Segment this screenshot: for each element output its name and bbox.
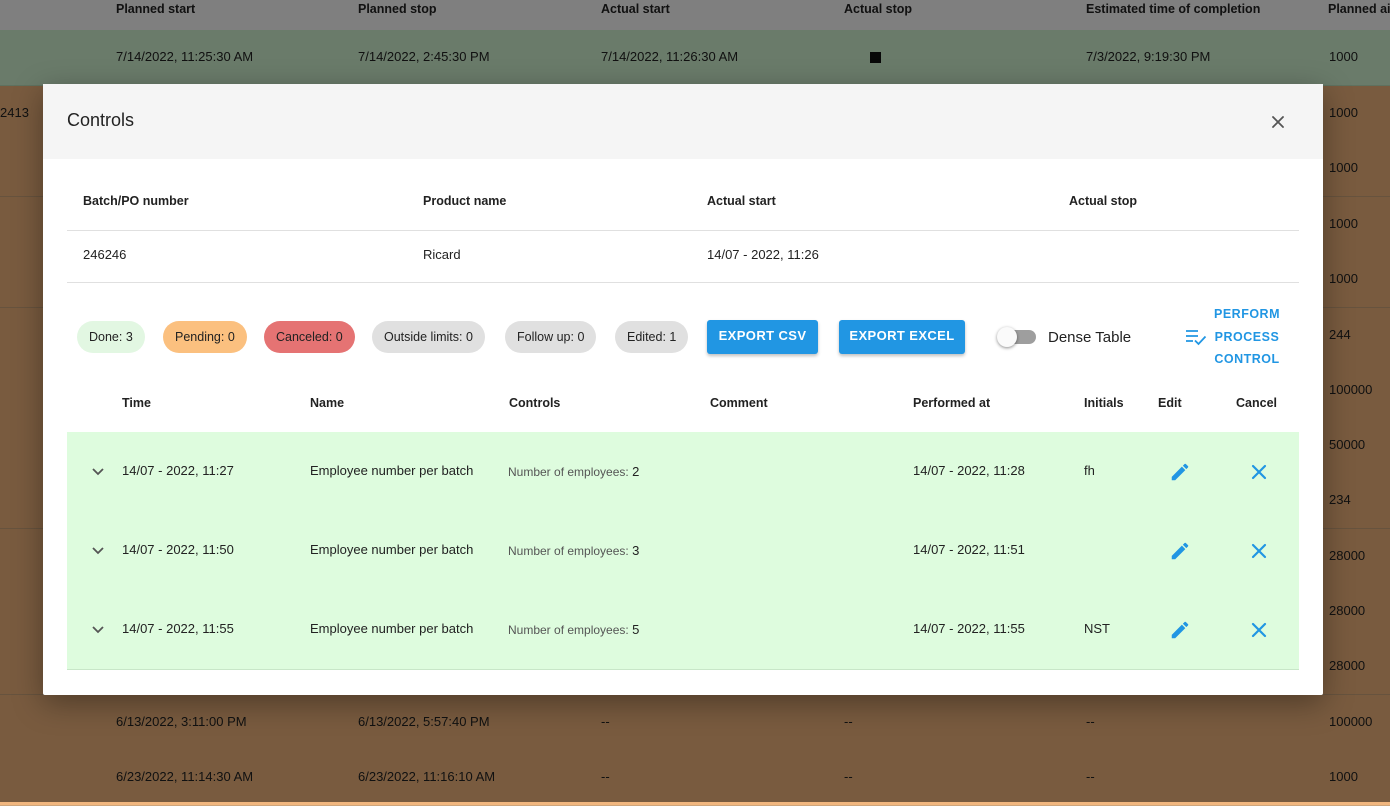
dense-table-label: Dense Table [1048, 329, 1132, 346]
cell-name: Employee number per batch [310, 542, 474, 557]
chip-edited[interactable]: Edited: 1 [615, 321, 689, 353]
pencil-icon[interactable] [1169, 461, 1191, 483]
perform-label-line: PROCESS [1214, 329, 1280, 344]
close-icon [1272, 116, 1284, 128]
header-cancel: Cancel [1236, 396, 1277, 410]
chevron-down-icon[interactable] [91, 622, 105, 636]
control-label: Number of employees: [508, 465, 629, 479]
header-product-name: Product name [423, 194, 507, 208]
perform-label: PERFORM PROCESS CONTROL [1211, 303, 1283, 371]
dense-table-toggle[interactable] [997, 327, 1036, 347]
header-comment: Comment [710, 396, 768, 410]
chip-follow-up[interactable]: Follow up: 0 [505, 321, 597, 353]
dialog-header: Controls [43, 84, 1323, 159]
controls-table-header: Time Name Controls Comment Performed at … [67, 380, 1299, 433]
perform-process-control-button[interactable]: PERFORM PROCESS CONTROL [1181, 303, 1281, 366]
pencil-icon[interactable] [1169, 540, 1191, 562]
export-csv-button[interactable]: EXPORT CSV [707, 320, 818, 354]
header-performed-at: Performed at [913, 396, 991, 410]
cell-performed-at: 14/07 - 2022, 11:51 [913, 542, 1025, 557]
table-row[interactable]: 14/07 - 2022, 11:50 Employee number per … [67, 511, 1299, 591]
control-label: Number of employees: [508, 544, 629, 558]
batch-info-header: Batch/PO number Product name Actual star… [67, 184, 1299, 231]
header-name: Name [310, 396, 345, 410]
pencil-icon[interactable] [1169, 619, 1191, 641]
cell-time: 14/07 - 2022, 11:50 [122, 542, 234, 557]
cell-name: Employee number per batch [310, 621, 474, 636]
cell-performed-at: 14/07 - 2022, 11:28 [913, 463, 1025, 478]
batch-info-row: 246246 Ricard 14/07 - 2022, 11:26 [67, 230, 1299, 283]
perform-label-line: CONTROL [1214, 352, 1280, 366]
cell-controls: Number of employees: 5 [508, 622, 639, 637]
header-batch-number: Batch/PO number [83, 194, 189, 208]
cell-time: 14/07 - 2022, 11:55 [122, 621, 234, 636]
control-label: Number of employees: [508, 623, 629, 637]
header-actual-stop: Actual stop [1069, 194, 1138, 208]
export-excel-button[interactable]: EXPORT EXCEL [839, 320, 965, 354]
dialog-title: Controls [67, 110, 135, 130]
close-button[interactable] [1265, 109, 1291, 135]
cell-initials: NST [1084, 621, 1110, 636]
playlist-check-icon [1186, 330, 1207, 346]
batch-number: 246246 [83, 247, 127, 262]
control-value: 5 [632, 622, 640, 637]
header-actual-start: Actual start [707, 194, 776, 208]
chip-outside-limits[interactable]: Outside limits: 0 [372, 321, 485, 353]
table-row[interactable]: 14/07 - 2022, 11:55 Employee number per … [67, 590, 1299, 670]
controls-dialog: Controls Batch/PO number Product name Ac… [43, 84, 1323, 695]
table-row[interactable]: 14/07 - 2022, 11:27 Employee number per … [67, 432, 1299, 512]
cell-initials: fh [1084, 463, 1095, 478]
cell-time: 14/07 - 2022, 11:27 [122, 463, 234, 478]
chip-pending[interactable]: Pending: 0 [163, 321, 247, 353]
cell-performed-at: 14/07 - 2022, 11:55 [913, 621, 1025, 636]
chip-canceled[interactable]: Canceled: 0 [264, 321, 355, 353]
chip-done[interactable]: Done: 3 [77, 321, 145, 353]
perform-label-line: PERFORM [1214, 307, 1280, 321]
control-value: 3 [632, 543, 640, 558]
chevron-down-icon[interactable] [91, 464, 105, 478]
product-name: Ricard [423, 247, 461, 262]
cell-controls: Number of employees: 2 [508, 464, 639, 479]
cell-name: Employee number per batch [310, 463, 474, 478]
header-controls: Controls [509, 396, 561, 410]
close-icon[interactable] [1249, 462, 1269, 482]
cell-controls: Number of employees: 3 [508, 543, 639, 558]
close-icon[interactable] [1249, 541, 1269, 561]
close-icon[interactable] [1249, 620, 1269, 640]
header-edit: Edit [1158, 396, 1182, 410]
chevron-down-icon[interactable] [91, 543, 105, 557]
header-initials: Initials [1084, 396, 1124, 410]
control-value: 2 [632, 464, 640, 479]
header-time: Time [122, 396, 151, 410]
actual-start: 14/07 - 2022, 11:26 [707, 247, 819, 262]
toggle-knob [997, 327, 1017, 347]
